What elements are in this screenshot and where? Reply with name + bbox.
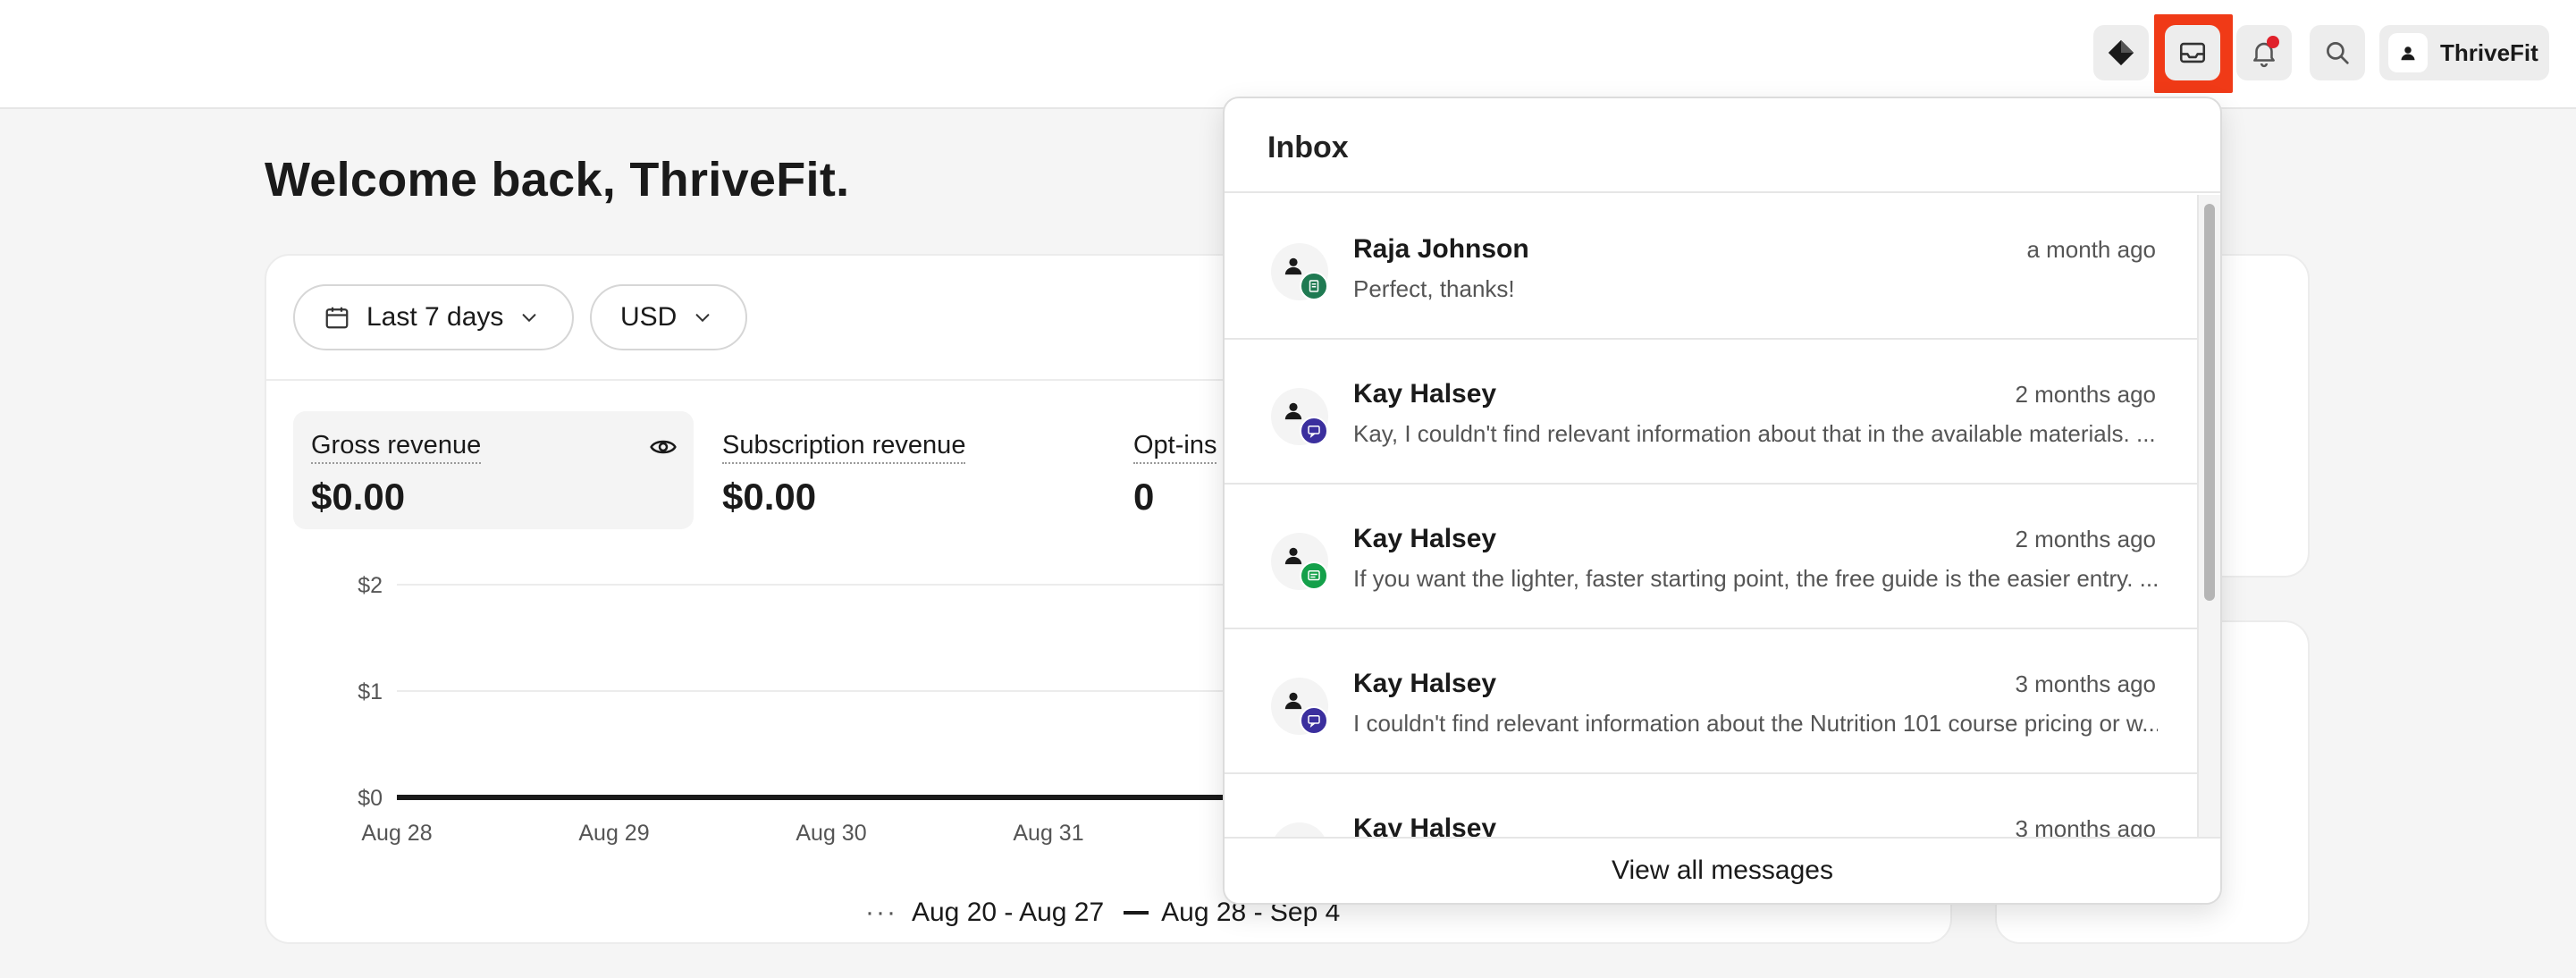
inbox-message[interactable]: Kay Halsey 3 months ago I couldn't find re… bbox=[1225, 629, 2201, 774]
account-name: ThriveFit bbox=[2440, 38, 2538, 66]
sender-name: Kay Halsey bbox=[1353, 669, 1497, 698]
inbox-header: Inbox bbox=[1225, 98, 2220, 193]
message-preview: I couldn't find relevant information abo… bbox=[1353, 710, 2158, 737]
form-icon bbox=[1309, 280, 1319, 292]
channel-badge bbox=[1300, 561, 1328, 590]
message-preview: Perfect, thanks! bbox=[1353, 275, 1515, 302]
diamond-icon bbox=[2108, 39, 2134, 66]
inbox-title: Inbox bbox=[1267, 131, 1349, 164]
channel-badge bbox=[1300, 706, 1328, 735]
y-tick-label: $1 bbox=[358, 679, 383, 704]
view-all-messages-button[interactable]: View all messages bbox=[1225, 837, 2220, 903]
chevron-down-icon bbox=[523, 314, 536, 323]
message-time: a month ago bbox=[2026, 236, 2156, 263]
scrollbar-thumb[interactable] bbox=[2204, 204, 2215, 601]
page-title: Welcome back, ThriveFit. bbox=[265, 153, 850, 207]
person-icon bbox=[1284, 547, 1302, 565]
channel-badge bbox=[1300, 272, 1328, 300]
inbox-message[interactable]: Raja Johnson a month ago Perfect, thanks! bbox=[1225, 195, 2201, 340]
inbox-message[interactable]: Kay Halsey 3 months ago bbox=[1225, 774, 2201, 840]
x-tick-label: Aug 30 bbox=[796, 821, 866, 846]
sender-avatar bbox=[1271, 533, 1328, 590]
search-icon bbox=[2327, 42, 2349, 64]
inbox-icon bbox=[2179, 42, 2206, 63]
legend-dotted-swatch: ··· bbox=[865, 898, 897, 927]
calendar-icon bbox=[325, 307, 349, 329]
chat-icon bbox=[1308, 715, 1320, 728]
person-icon bbox=[1284, 692, 1302, 710]
chat-icon bbox=[1308, 426, 1320, 438]
sender-name: Kay Halsey bbox=[1353, 379, 1497, 409]
metric-value: $0.00 bbox=[722, 476, 817, 518]
currency-label: USD bbox=[620, 302, 678, 332]
avatar bbox=[2388, 33, 2428, 72]
metric-gross-revenue[interactable]: Gross revenue $0.00 bbox=[293, 411, 694, 529]
account-button[interactable]: ThriveFit bbox=[2379, 25, 2549, 80]
sender-name: Kay Halsey bbox=[1353, 524, 1497, 553]
message-time: 2 months ago bbox=[2015, 381, 2156, 408]
message-preview: If you want the lighter, faster starting… bbox=[1353, 565, 2158, 592]
date-range-select[interactable]: Last 7 days bbox=[293, 284, 574, 350]
metric-value: $0.00 bbox=[311, 476, 406, 518]
channel-badge bbox=[1300, 417, 1328, 445]
eye-icon[interactable] bbox=[649, 433, 678, 461]
inbox-dropdown: Inbox Raja Johnson a month ago Perfect, th… bbox=[1223, 97, 2222, 905]
message-preview: Kay, I couldn't find relevant informatio… bbox=[1353, 420, 2156, 447]
notification-dot bbox=[2267, 36, 2279, 48]
inbox-message[interactable]: Kay Halsey 2 months ago If you want the li… bbox=[1225, 485, 2201, 629]
person-icon bbox=[1284, 257, 1302, 275]
scrollbar[interactable] bbox=[2197, 195, 2220, 840]
top-bar: ThriveFit bbox=[0, 0, 2576, 109]
metric-label: Subscription revenue bbox=[722, 431, 966, 464]
inbox-message[interactable]: Kay Halsey 2 months ago Kay, I couldn't fi… bbox=[1225, 340, 2201, 485]
sender-name: Raja Johnson bbox=[1353, 234, 1529, 264]
upgrade-button[interactable] bbox=[2093, 25, 2149, 80]
x-tick-label: Aug 29 bbox=[578, 821, 649, 846]
y-tick-label: $2 bbox=[358, 573, 383, 598]
sender-avatar bbox=[1271, 243, 1328, 300]
x-tick-label: Aug 31 bbox=[1013, 821, 1083, 846]
message-time: 3 months ago bbox=[2015, 670, 2156, 697]
metric-label: Gross revenue bbox=[311, 431, 482, 464]
sender-avatar bbox=[1271, 388, 1328, 445]
y-tick-label: $0 bbox=[358, 786, 383, 811]
sender-avatar bbox=[1271, 678, 1328, 735]
inbox-button[interactable] bbox=[2165, 25, 2220, 80]
inbox-message-list[interactable]: Raja Johnson a month ago Perfect, thanks! K… bbox=[1225, 195, 2201, 840]
x-tick-label: Aug 28 bbox=[361, 821, 432, 846]
message-time: 2 months ago bbox=[2015, 526, 2156, 552]
currency-select[interactable]: USD bbox=[590, 284, 747, 350]
date-range-label: Last 7 days bbox=[366, 302, 504, 332]
message-icon bbox=[1308, 570, 1320, 581]
chevron-down-icon bbox=[695, 314, 710, 323]
metric-label: Opt-ins bbox=[1133, 431, 1217, 464]
metric-value: 0 bbox=[1133, 476, 1155, 518]
legend-previous-period: Aug 20 - Aug 27 bbox=[911, 898, 1105, 927]
person-icon bbox=[2401, 46, 2415, 61]
metric-subscription-revenue[interactable]: Subscription revenue $0.00 bbox=[704, 411, 1080, 529]
legend-solid-swatch bbox=[1124, 911, 1149, 915]
search-button[interactable] bbox=[2310, 25, 2365, 80]
notifications-button[interactable] bbox=[2236, 25, 2292, 80]
person-icon bbox=[1284, 402, 1302, 420]
